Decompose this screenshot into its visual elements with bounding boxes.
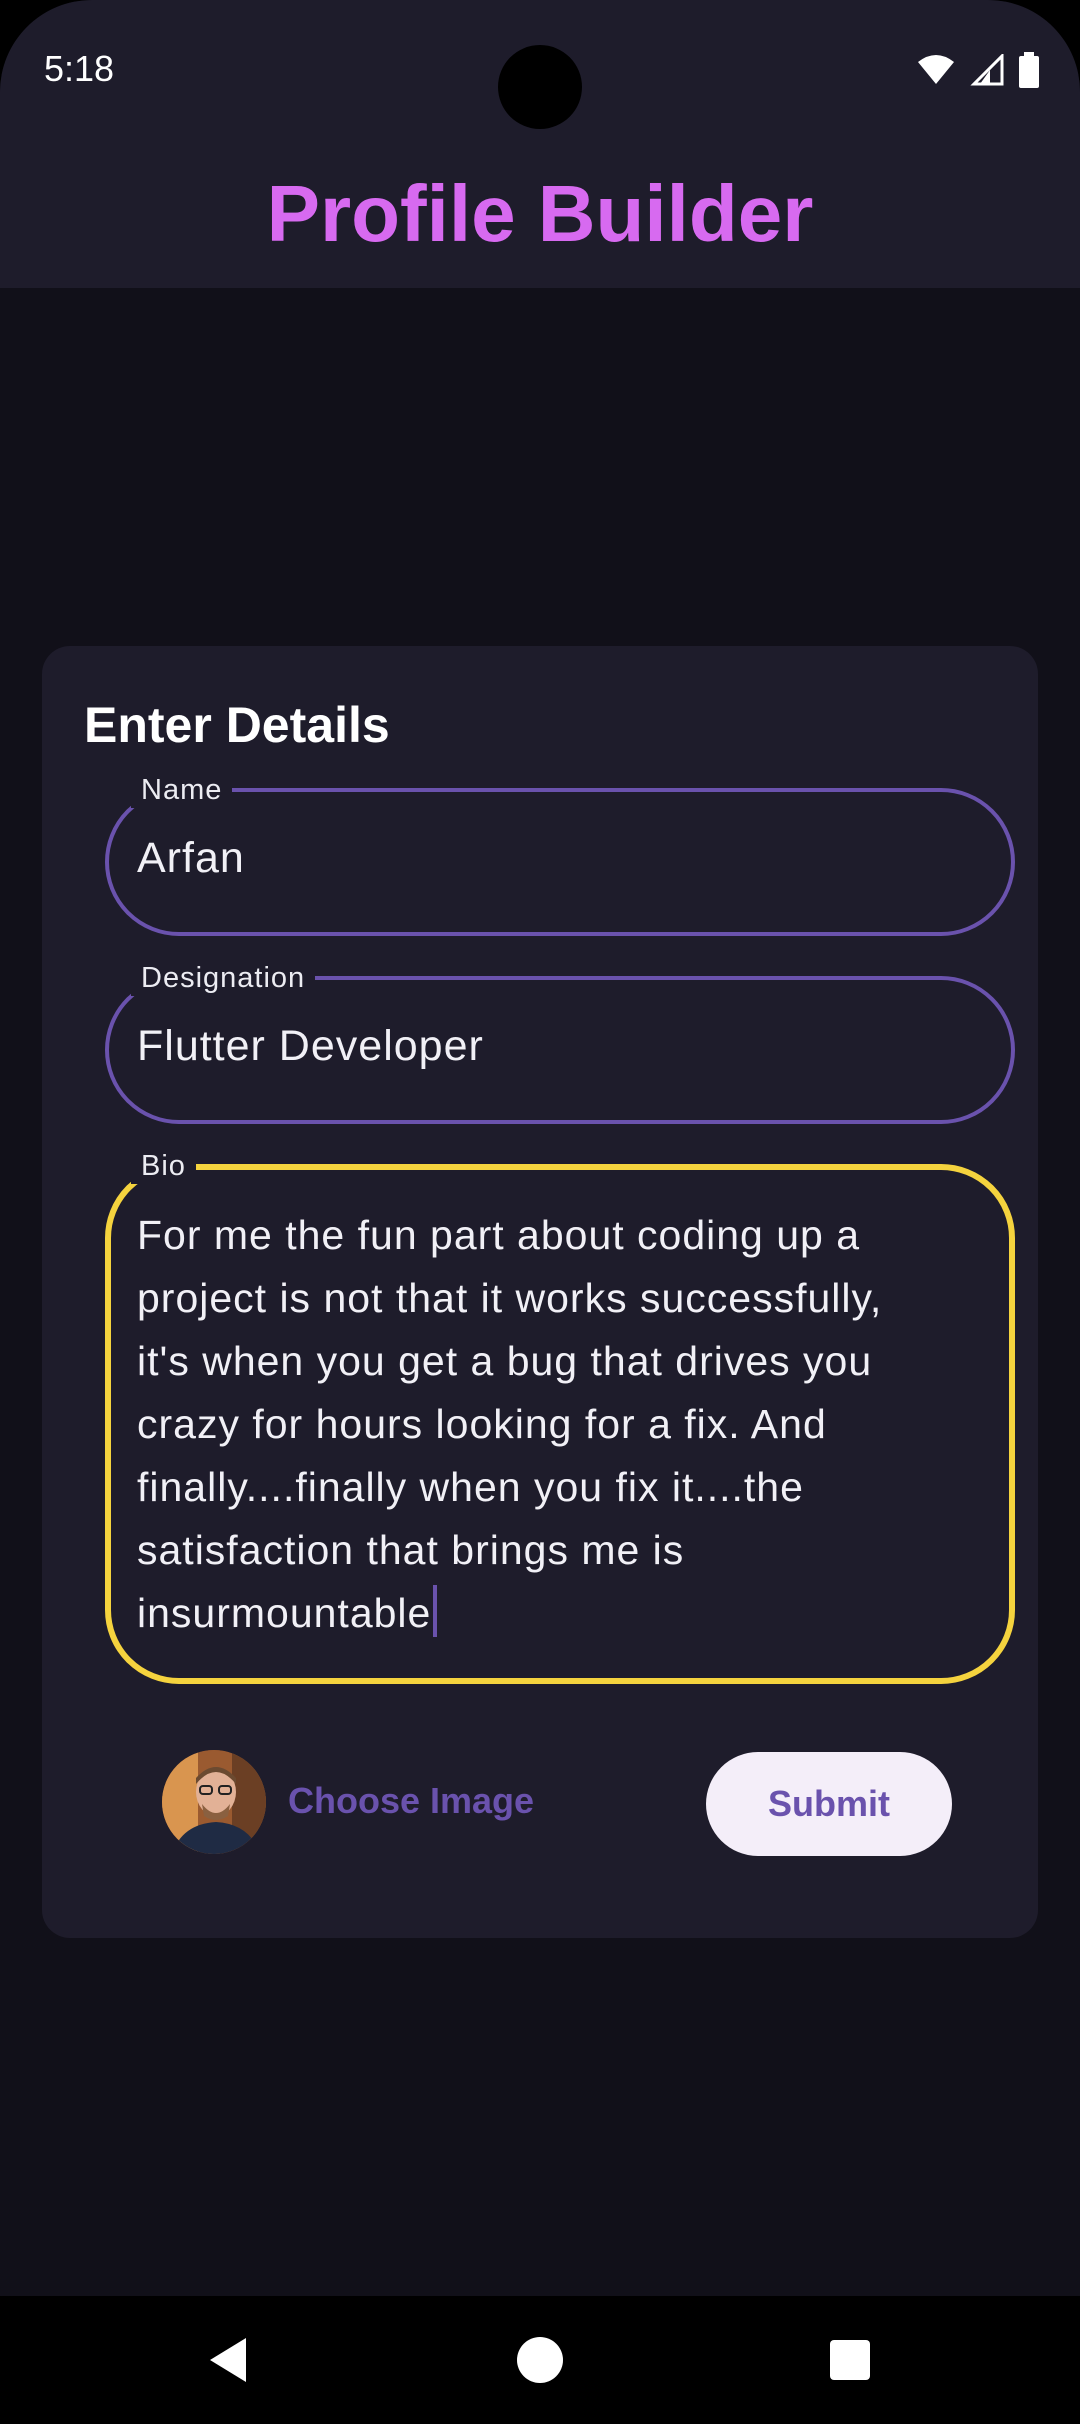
avatar[interactable] xyxy=(162,1750,266,1854)
bio-line: crazy for hours looking for a fix. And xyxy=(137,1401,827,1447)
avatar-portrait xyxy=(162,1750,266,1854)
name-field-label: Name xyxy=(131,772,233,808)
bio-field-value: For me the fun part about coding up a pr… xyxy=(137,1204,975,1645)
status-icons xyxy=(916,52,1040,88)
bio-line: For me the fun part about coding up a xyxy=(137,1212,861,1258)
bio-field-label: Bio xyxy=(131,1148,196,1184)
text-caret xyxy=(433,1585,438,1637)
app-bar: 5:18 Profile Builder xyxy=(0,0,1080,288)
bio-line: satisfaction that brings me is xyxy=(137,1527,685,1573)
home-icon[interactable] xyxy=(510,2330,570,2390)
details-card: Enter Details Name Arfan Designation Flu… xyxy=(42,646,1038,1938)
bio-field[interactable]: Bio For me the fun part about coding up … xyxy=(105,1148,1015,1684)
name-field[interactable]: Name Arfan xyxy=(105,772,1015,936)
bio-line: it's when you get a bug that drives you xyxy=(137,1338,873,1384)
bio-line: insurmountable xyxy=(137,1590,432,1636)
submit-button[interactable]: Submit xyxy=(706,1752,952,1856)
bio-line: finally....finally when you fix it....th… xyxy=(137,1464,804,1510)
wifi-icon xyxy=(918,55,954,84)
bio-last-line: insurmountable xyxy=(137,1582,975,1645)
page-title: Profile Builder xyxy=(266,169,814,258)
bio-line: project is not that it works successfull… xyxy=(137,1275,883,1321)
status-time: 5:18 xyxy=(44,48,115,89)
designation-field-label: Designation xyxy=(131,960,316,996)
system-nav-bar xyxy=(0,2296,1080,2424)
camera-cutout xyxy=(498,45,582,129)
battery-icon xyxy=(1019,52,1039,88)
signal-icon xyxy=(970,54,1004,86)
designation-field[interactable]: Designation Flutter Developer xyxy=(105,960,1015,1124)
back-icon[interactable] xyxy=(200,2330,260,2390)
recents-icon[interactable] xyxy=(820,2330,880,2390)
name-field-value: Arfan xyxy=(137,834,245,882)
choose-image-button[interactable]: Choose Image xyxy=(288,1780,534,1822)
phone-screen: 5:18 Profile Builder Enter Details Name … xyxy=(0,0,1080,2424)
designation-field-value: Flutter Developer xyxy=(137,1022,484,1070)
card-heading: Enter Details xyxy=(84,697,390,753)
